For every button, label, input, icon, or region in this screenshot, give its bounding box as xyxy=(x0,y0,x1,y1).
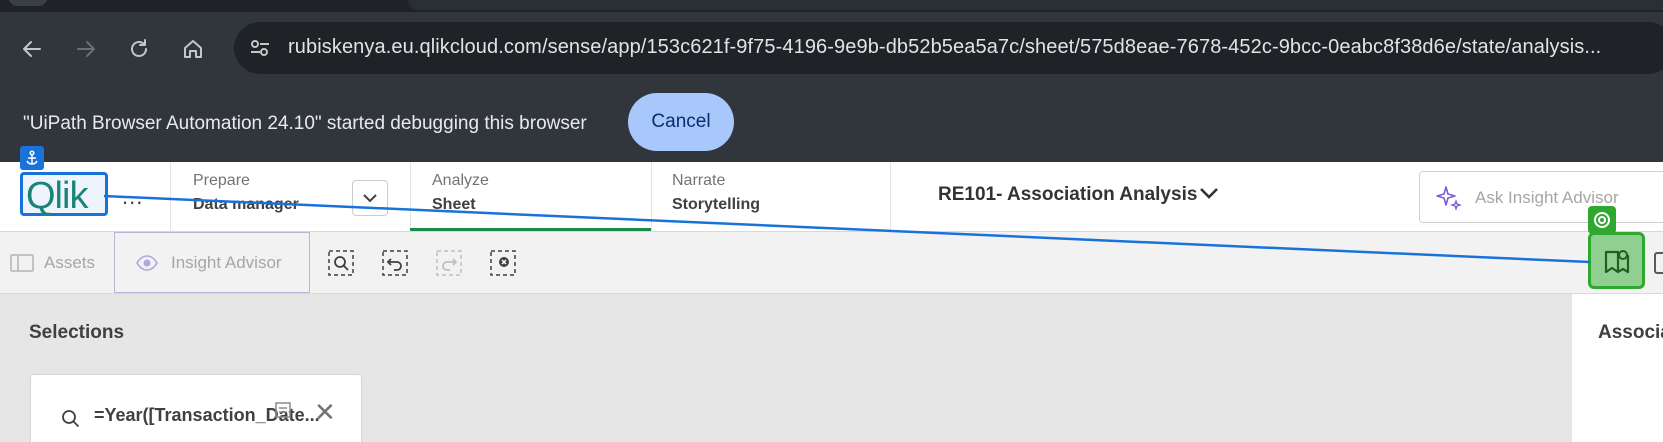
browser-window: rubiskenya.eu.qlikcloud.com/sense/app/15… xyxy=(0,0,1663,442)
debug-infobar: "UiPath Browser Automation 24.10" starte… xyxy=(0,92,1663,162)
association-title: Associa xyxy=(1598,322,1663,343)
qlik-logo-text: Qlik xyxy=(26,175,88,217)
qlik-header: Qlik ... Prepare Data manager Analyze Sh… xyxy=(0,146,1663,232)
address-bar[interactable]: rubiskenya.eu.qlikcloud.com/sense/app/15… xyxy=(234,22,1663,74)
sheet-toolbar: Assets Insight Advisor xyxy=(0,206,1663,294)
tab-analyze[interactable]: Analyze Sheet xyxy=(432,162,632,232)
browser-toolbar: rubiskenya.eu.qlikcloud.com/sense/app/15… xyxy=(0,12,1663,92)
cancel-button[interactable]: Cancel xyxy=(628,93,734,151)
tab-strip xyxy=(0,0,1663,12)
active-tab-indicator xyxy=(410,228,651,231)
header-divider xyxy=(890,162,891,232)
ask-insight-placeholder: Ask Insight Advisor xyxy=(1475,188,1619,207)
clear-selections-icon[interactable] xyxy=(489,249,517,277)
header-divider xyxy=(410,162,411,232)
main-content: Selections =Year([Transaction_Date... ✕ … xyxy=(0,294,1663,442)
narrate-label: Narrate xyxy=(672,172,726,189)
ask-insight-advisor-input[interactable]: Ask Insight Advisor xyxy=(1419,171,1663,223)
selection-item[interactable]: =Year([Transaction_Date... ✕ xyxy=(30,374,362,442)
bookmark-edit-button[interactable] xyxy=(1588,232,1645,289)
storytelling-label: Storytelling xyxy=(672,196,761,213)
selection-expression: =Year([Transaction_Date... xyxy=(94,405,320,425)
header-divider xyxy=(651,162,652,232)
copy-icon[interactable] xyxy=(274,401,292,424)
sheet-label: Sheet xyxy=(432,196,476,213)
sheets-panel-icon[interactable] xyxy=(1654,252,1663,274)
qlik-logo[interactable]: Qlik xyxy=(20,172,108,217)
analyze-label: Analyze xyxy=(432,172,489,189)
selections-title: Selections xyxy=(29,322,125,343)
insight-advisor-label: Insight Advisor xyxy=(171,252,282,272)
browser-tab[interactable] xyxy=(8,0,48,6)
site-settings-icon[interactable] xyxy=(246,35,274,61)
assets-button[interactable]: Assets xyxy=(10,246,95,280)
smart-search-icon[interactable] xyxy=(327,249,355,277)
data-manager-label: Data manager xyxy=(193,196,299,213)
tab-strip-area xyxy=(408,0,1663,10)
prepare-dropdown-button[interactable] xyxy=(352,180,388,216)
app-title[interactable]: RE101- Association Analysis xyxy=(938,184,1197,206)
prepare-label: Prepare xyxy=(193,172,250,189)
chevron-down-icon xyxy=(363,194,377,203)
forward-arrow-icon[interactable] xyxy=(71,34,101,64)
insight-advisor-button[interactable]: Insight Advisor xyxy=(114,232,310,293)
more-menu-button[interactable]: ... xyxy=(122,184,143,210)
step-back-icon[interactable] xyxy=(381,249,409,277)
sparkle-icon xyxy=(1434,184,1463,217)
close-icon[interactable]: ✕ xyxy=(314,397,336,428)
eye-icon xyxy=(136,254,158,271)
chevron-down-icon[interactable] xyxy=(1198,186,1220,205)
search-icon[interactable] xyxy=(61,409,81,434)
association-panel: Associa xyxy=(1572,294,1663,442)
bookmark-icon xyxy=(1604,249,1629,273)
debug-message: "UiPath Browser Automation 24.10" starte… xyxy=(23,113,587,134)
panel-icon xyxy=(10,254,34,272)
back-arrow-icon[interactable] xyxy=(17,34,47,64)
reload-icon[interactable] xyxy=(124,34,154,64)
home-icon[interactable] xyxy=(178,34,208,64)
anchor-icon xyxy=(20,146,44,170)
url-text[interactable]: rubiskenya.eu.qlikcloud.com/sense/app/15… xyxy=(288,36,1601,59)
tab-narrate[interactable]: Narrate Storytelling xyxy=(672,162,872,232)
header-divider xyxy=(170,162,171,232)
assets-label: Assets xyxy=(44,253,96,272)
step-forward-icon[interactable] xyxy=(435,249,463,277)
target-icon xyxy=(1588,206,1616,234)
